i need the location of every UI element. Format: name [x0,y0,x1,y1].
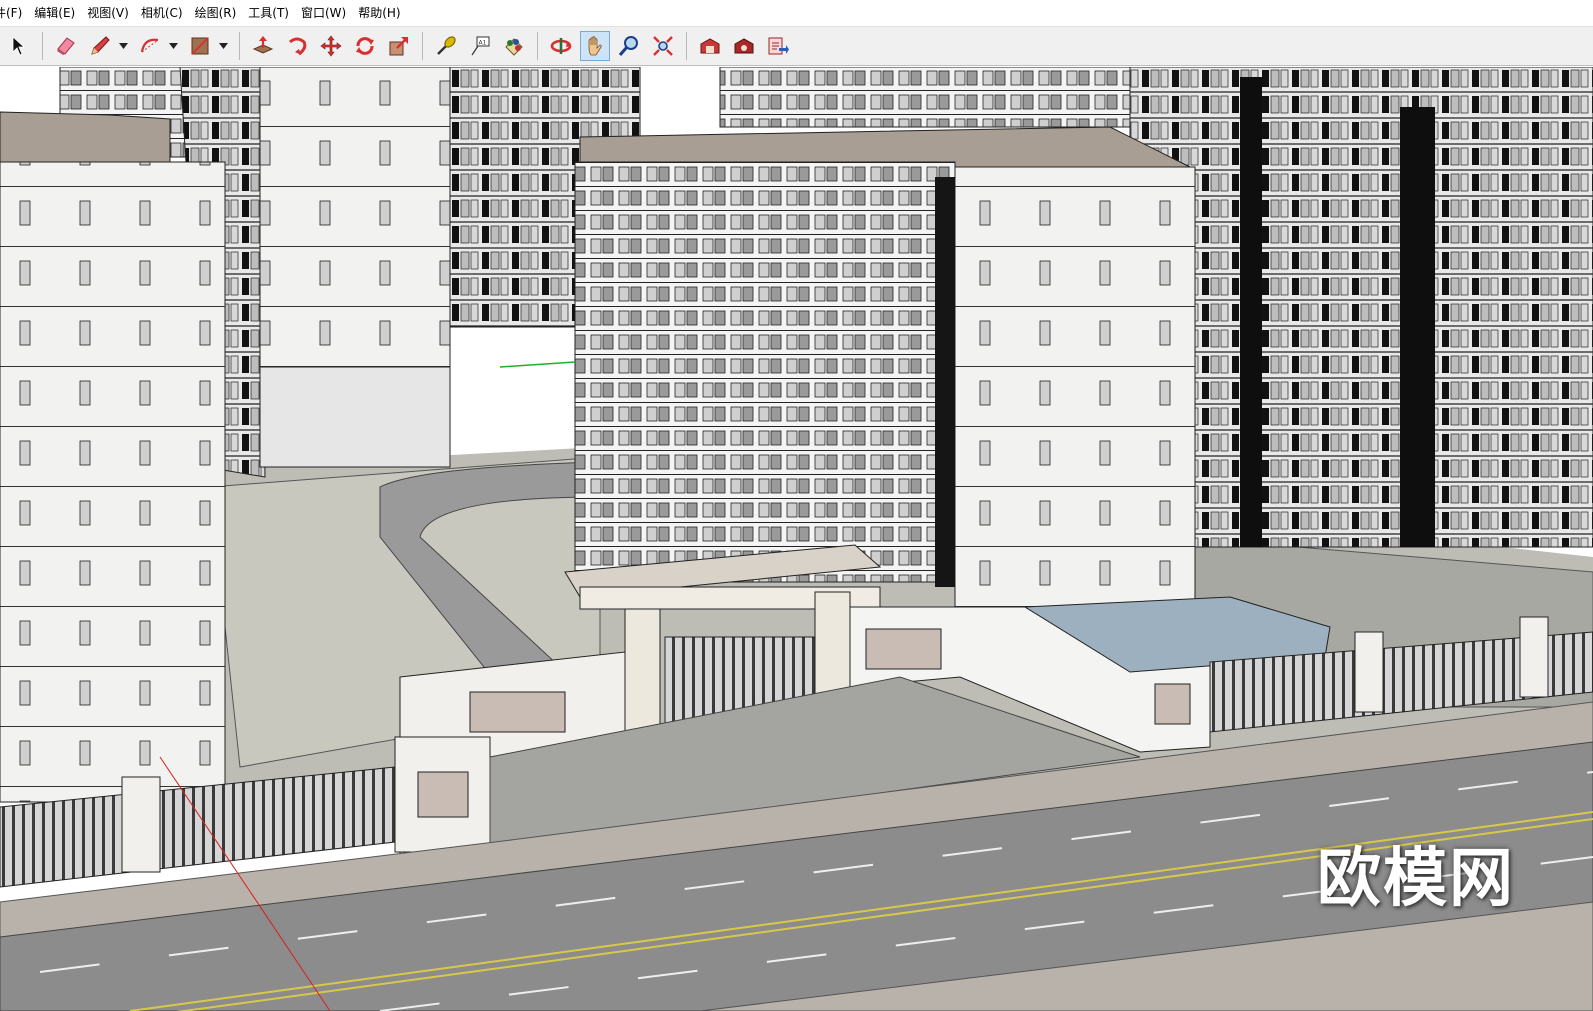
toolbar-separator [686,32,687,60]
move-tool-button[interactable] [316,31,346,61]
text-tool-button[interactable]: A1 [465,31,495,61]
extension-warehouse-button[interactable] [729,31,759,61]
follow-me-tool-icon [289,37,307,56]
scale-tool-button[interactable] [384,31,414,61]
share-model-icon [768,37,789,55]
push-pull-tool-icon [252,36,274,54]
warehouse-icon [700,38,720,54]
menu-file[interactable]: 件(F) [0,0,28,26]
eraser-tool-icon [57,37,75,55]
follow-me-tool-button[interactable] [282,31,312,61]
midrise-center-slot [935,177,955,587]
guard-house-panel [865,628,942,670]
menu-draw[interactable]: 绘图(R) [189,0,243,26]
warehouse-button[interactable] [695,31,725,61]
highrise-left-base [259,366,451,468]
building-left-roof [0,111,171,168]
pan-tool-icon [588,36,602,56]
chevron-down-icon [168,43,178,49]
entry-wall-panel [469,691,566,733]
gate-pillar-left [624,608,661,735]
menu-camera[interactable]: 相机(C) [135,0,189,26]
rectangle-dropdown-button[interactable] [217,31,229,61]
zoom-extents-tool-icon [653,36,673,56]
share-model-button[interactable] [763,31,793,61]
pencil-tool-icon [91,36,110,55]
menu-bar: 件(F) 编辑(E) 视图(V) 相机(C) 绘图(R) 工具(T) 窗口(W)… [0,0,1593,26]
toolbar-separator [422,32,423,60]
menu-tools[interactable]: 工具(T) [242,0,295,26]
midrise-center-front [574,161,956,583]
model-viewport[interactable]: 欧模网 [0,67,1593,1011]
menu-view[interactable]: 视图(V) [81,0,135,26]
highrise-right-core [1400,107,1435,547]
main-toolbar: A1 [0,26,1593,66]
menu-help[interactable]: 帮助(H) [352,0,406,26]
paint-bucket-tool-icon [505,38,523,56]
rotate-tool-icon [356,37,374,55]
orbit-tool-button[interactable] [546,31,576,61]
select-tool-button[interactable] [4,31,34,61]
menu-window[interactable]: 窗口(W) [295,0,352,26]
highrise-right-core-2 [1240,77,1262,547]
chevron-down-icon [218,43,228,49]
tape-measure-tool-button[interactable] [431,31,461,61]
toolbar-separator [42,32,43,60]
highrise-right-front [1129,67,1593,548]
rectangle-tool-icon [191,37,209,55]
select-tool-icon [12,36,26,56]
fence-post-left [121,776,161,873]
toolbar-separator [239,32,240,60]
push-pull-tool-button[interactable] [248,31,278,61]
arc-tool-button[interactable] [135,31,165,61]
zoom-tool-button[interactable] [614,31,644,61]
gate-pillar-right [814,591,851,703]
eraser-tool-button[interactable] [51,31,81,61]
orbit-tool-icon [550,38,572,54]
pencil-tool-button[interactable] [85,31,115,61]
tape-measure-tool-icon [437,36,456,55]
paint-bucket-tool-button[interactable] [499,31,529,61]
scale-tool-icon [389,37,408,56]
entry-post-panel [417,771,469,818]
rectangle-tool-button[interactable] [185,31,215,61]
chevron-down-icon [118,43,128,49]
watermark-logo: 欧模网 [1317,842,1515,916]
zoom-extents-tool-button[interactable] [648,31,678,61]
fence-post-right-2 [1519,616,1549,698]
fence-post-right-1 [1354,631,1384,713]
midrise-center-east [954,166,1196,608]
menu-edit[interactable]: 编辑(E) [28,0,81,26]
extension-warehouse-icon [734,38,754,54]
building-left-front [0,161,226,803]
move-tool-icon [320,35,342,57]
guard-house-panel-2 [1154,683,1191,725]
zoom-tool-icon [618,36,638,56]
svg-text:A1: A1 [479,40,487,47]
far-tower-top [719,67,1131,128]
arc-tool-icon [140,38,159,53]
rotate-tool-button[interactable] [350,31,380,61]
pencil-dropdown-button[interactable] [117,31,129,61]
arc-dropdown-button[interactable] [167,31,179,61]
pan-tool-button[interactable] [580,31,610,61]
text-tool-icon: A1 [471,36,490,56]
toolbar-separator [537,32,538,60]
